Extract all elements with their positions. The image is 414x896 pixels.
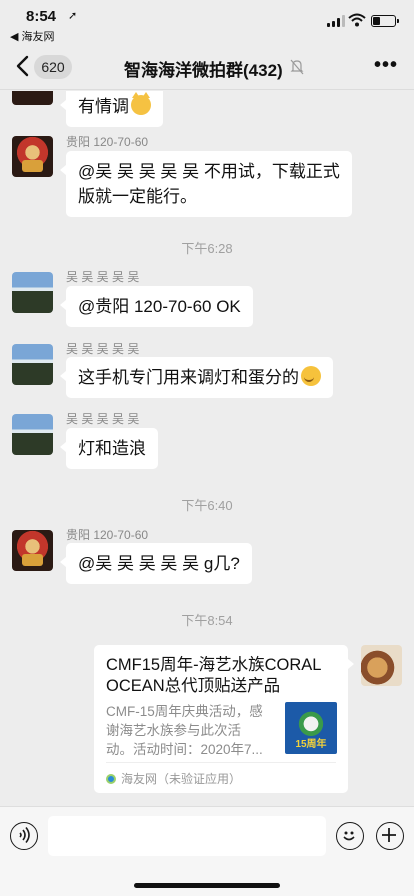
link-card-source: 海友网（未验证应用）	[106, 762, 336, 787]
cat-face-emoji-icon	[131, 92, 151, 115]
voice-input-button[interactable]	[10, 822, 38, 850]
message-bubble[interactable]: @吴 吴 吴 吴 吴 不用试，下载正式 版就一定能行。	[60, 151, 352, 217]
smiley-icon	[343, 831, 355, 841]
home-indicator[interactable]	[134, 883, 280, 888]
message-text: @贵阳 120-70-60 OK	[78, 297, 241, 316]
message-text-line: @吴 吴 吴 吴 吴 不用试，下载正式	[78, 162, 340, 181]
battery-icon	[371, 15, 399, 27]
message-text: @吴 吴 吴 吴 吴 g几?	[78, 554, 240, 573]
thumbnail-text: 15周年	[295, 739, 327, 750]
unread-count-badge[interactable]: 620	[34, 55, 72, 79]
app-logo-icon	[106, 774, 116, 784]
sender-name: 贵阳 120-70-60	[66, 135, 149, 149]
my-avatar[interactable]	[361, 645, 402, 686]
emoji-button[interactable]	[336, 822, 364, 850]
message-timestamp: 下午8:54	[181, 613, 233, 628]
message-bubble[interactable]: 灯和造浪	[60, 428, 158, 469]
message-timestamp: 下午6:40	[181, 498, 233, 513]
avatar[interactable]	[12, 272, 53, 313]
plus-icon	[382, 828, 396, 842]
link-card-desc-line: 谢海艺水族参与此次活	[106, 723, 241, 738]
link-card-title-line: CMF15周年-海艺水族CORAL	[106, 656, 322, 674]
status-time: 8:54	[26, 8, 57, 25]
back-to-app-link[interactable]: ◀ 海友网	[10, 28, 55, 44]
chat-header: 620 智海海洋微拍群(432) •••	[0, 44, 414, 90]
sender-name: 吴 吴 吴 吴 吴	[66, 412, 140, 426]
more-functions-button[interactable]	[376, 822, 404, 850]
link-card-source-label: 海友网（未验证应用）	[121, 772, 242, 786]
wifi-icon	[348, 13, 366, 27]
link-card-thumbnail: 15周年	[285, 702, 337, 754]
sender-name: 吴 吴 吴 吴 吴	[66, 342, 140, 356]
more-options-button[interactable]: •••	[374, 54, 398, 77]
avatar[interactable]	[12, 414, 53, 455]
sender-name: 吴 吴 吴 吴 吴	[66, 270, 140, 284]
link-card-title-line: OCEAN总代顶贴送产品	[106, 677, 281, 695]
back-chevron-icon[interactable]	[12, 54, 34, 78]
location-arrow-icon: ➚	[68, 10, 78, 22]
chat-title: 智海海洋微拍群(432)	[124, 61, 283, 80]
message-bubble[interactable]: 这手机专门用来调灯和蛋分的	[60, 357, 333, 398]
link-card-description: CMF-15周年庆典活动，感 谢海艺水族参与此次活 动。活动时间：2020年7.…	[106, 702, 276, 759]
link-card-desc-line: CMF-15周年庆典活动，感	[106, 704, 263, 719]
link-card-title: CMF15周年-海艺水族CORAL OCEAN总代顶贴送产品	[106, 655, 338, 697]
mute-bell-icon	[290, 59, 304, 75]
voice-wave-icon	[19, 827, 30, 843]
sweat-smile-emoji-icon	[301, 366, 321, 386]
message-text: 灯和造浪	[78, 439, 146, 458]
message-bubble[interactable]: 有情调	[60, 91, 163, 127]
avatar[interactable]	[12, 344, 53, 385]
status-bar: 8:54 ➚ ◀ 海友网	[0, 0, 414, 44]
message-list[interactable]: 有情调 贵阳 120-70-60 @吴 吴 吴 吴 吴 不用试，下载正式 版就一…	[0, 91, 414, 806]
message-text: 这手机专门用来调灯和蛋分的	[78, 368, 299, 387]
link-card[interactable]: CMF15周年-海艺水族CORAL OCEAN总代顶贴送产品 CMF-15周年庆…	[94, 645, 354, 793]
link-card-desc-line: 动。活动时间：2020年7...	[106, 742, 263, 757]
message-bubble[interactable]: @吴 吴 吴 吴 吴 g几?	[60, 543, 252, 584]
message-timestamp: 下午6:28	[181, 241, 233, 256]
cellular-signal-icon	[327, 15, 345, 27]
sender-name: 贵阳 120-70-60	[66, 528, 149, 542]
avatar[interactable]	[12, 530, 53, 571]
message-text: 有情调	[78, 97, 129, 116]
avatar[interactable]	[12, 91, 53, 105]
avatar[interactable]	[12, 136, 53, 177]
message-input[interactable]	[48, 816, 326, 856]
message-text-line: 版就一定能行。	[78, 187, 197, 206]
message-bubble[interactable]: @贵阳 120-70-60 OK	[60, 286, 253, 327]
